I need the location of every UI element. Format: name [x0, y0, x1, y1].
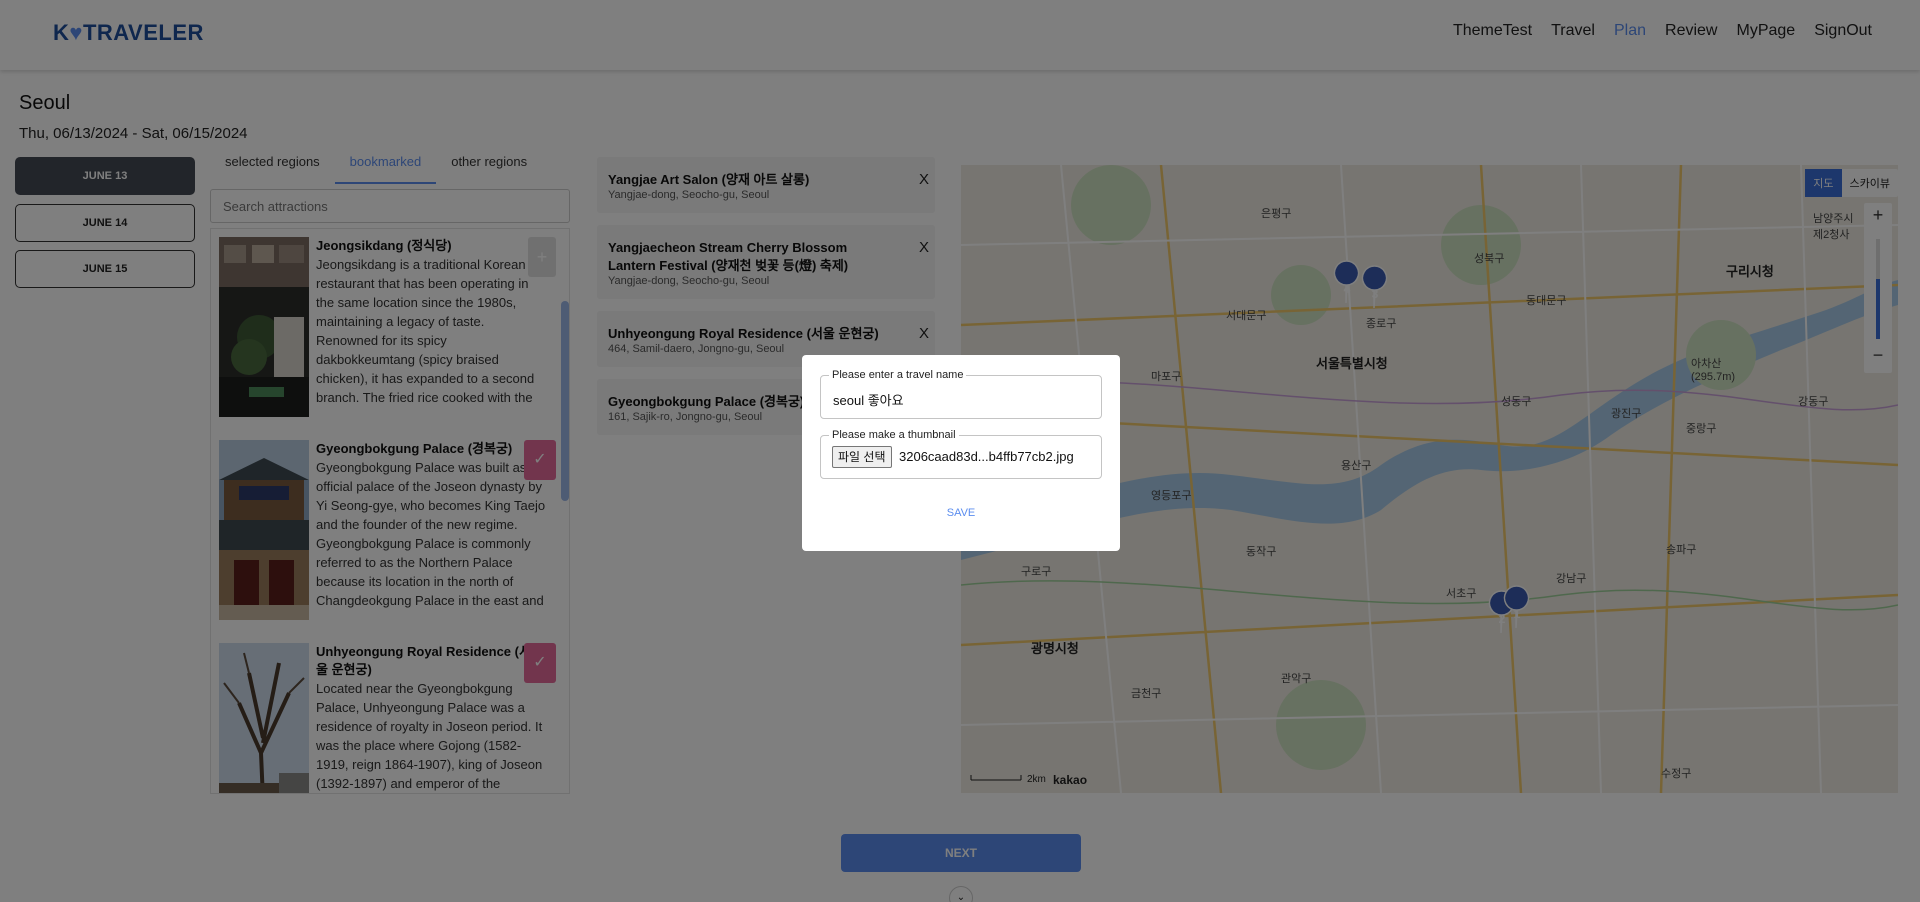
file-select-button[interactable]: 파일 선택 — [832, 446, 892, 468]
travel-name-input[interactable]: seoul 좋아요 — [833, 390, 904, 409]
thumbnail-label: Please make a thumbnail — [829, 429, 959, 441]
travel-name-field[interactable]: Please enter a travel name seoul 좋아요 — [820, 369, 1102, 419]
save-button[interactable]: SAVE — [802, 507, 1120, 519]
thumbnail-field: Please make a thumbnail 파일 선택 3206caad83… — [820, 429, 1102, 479]
save-plan-modal: Please enter a travel name seoul 좋아요 Ple… — [802, 355, 1120, 551]
selected-file-name: 3206caad83d...b4ffb77cb2.jpg — [899, 449, 1074, 464]
travel-name-label: Please enter a travel name — [829, 369, 967, 381]
